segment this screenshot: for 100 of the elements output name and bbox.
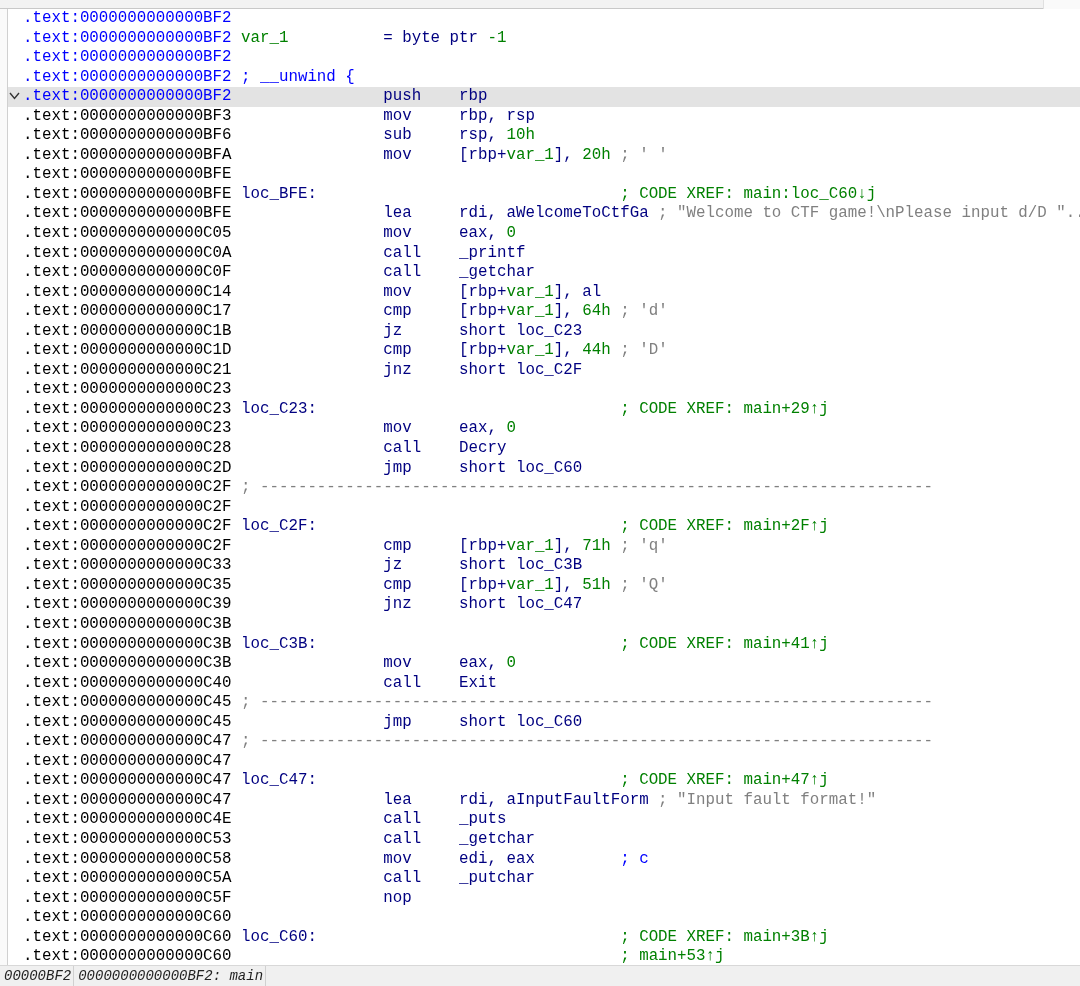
mnemonic: call: [383, 869, 423, 889]
address: .text:0000000000000C35: [23, 575, 233, 596]
code-line[interactable]: .text:0000000000000C3B loc_C3B: ; CODE XREF: main+41↑j: [8, 634, 1080, 655]
code-line[interactable]: .text:0000000000000C47: [8, 751, 1080, 772]
code-label: loc_C60:: [241, 927, 318, 948]
comment: ; "Input fault format!": [658, 790, 877, 811]
operands: [rbp+var_1], al: [459, 282, 603, 303]
address: .text:0000000000000C0F: [23, 263, 233, 283]
code-line[interactable]: .text:0000000000000C3B: [8, 614, 1080, 635]
operands: Exit: [459, 673, 498, 694]
code-line[interactable]: .text:0000000000000C28 call Decry: [8, 439, 1080, 459]
separator-comment: ; -----------------------------------------------------------------------: [241, 732, 934, 752]
code-line[interactable]: .text:0000000000000C2F cmp [rbp+var_1], 71h ; 'q': [8, 536, 1080, 557]
code-line[interactable]: .text:0000000000000C1D cmp [rbp+var_1], 44h ; 'D': [8, 341, 1080, 361]
code-line[interactable]: .text:0000000000000C4E call _puts: [8, 810, 1080, 830]
comment: ; c: [620, 849, 649, 870]
address: .text:0000000000000BFE: [23, 165, 233, 185]
address: .text:0000000000000C21: [23, 360, 233, 381]
code-line[interactable]: .text:0000000000000BFA mov [rbp+var_1], 20h ; ' ': [8, 145, 1080, 166]
code-line[interactable]: .text:0000000000000C47 loc_C47: ; CODE XREF: main+47↑j: [8, 771, 1080, 791]
code-line[interactable]: .text:0000000000000C23 loc_C23: ; CODE XREF: main+29↑j: [8, 399, 1080, 420]
code-line[interactable]: .text:0000000000000C53 call _getchar: [8, 829, 1080, 850]
code-line[interactable]: .text:0000000000000BFE lea rdi, aWelcomeToCtfGa ; "Welcome to CTF game!\nPlease input d/D "..: [8, 204, 1080, 224]
mnemonic: sub: [383, 126, 413, 146]
code-line[interactable]: .text:0000000000000C2F loc_C2F: ; CODE XREF: main+2F↑j: [8, 517, 1080, 537]
mnemonic: jmp: [383, 458, 413, 479]
mnemonic: mov: [383, 419, 413, 440]
comment: ; main+53↑j: [620, 947, 725, 965]
code-line[interactable]: .text:0000000000000C47 lea rdi, aInputFaultForm ; "Input fault format!": [8, 790, 1080, 811]
comment: ; 'D': [620, 341, 668, 361]
address: .text:0000000000000C47: [23, 790, 233, 811]
code-line[interactable]: .text:0000000000000C3B mov eax, 0: [8, 654, 1080, 674]
code-line[interactable]: .text:0000000000000C35 cmp [rbp+var_1], 51h ; 'Q': [8, 575, 1080, 596]
code-line[interactable]: .text:0000000000000BFE loc_BFE: ; CODE XREF: main:loc_C60↓j: [8, 184, 1080, 205]
address: .text:0000000000000BF6: [23, 126, 233, 146]
code-line[interactable]: .text:0000000000000C60 ; main+53↑j: [8, 947, 1080, 965]
code-line[interactable]: .text:0000000000000C2D jmp short loc_C60: [8, 458, 1080, 479]
mnemonic: mov: [383, 145, 413, 166]
code-line[interactable]: .text:0000000000000BF2: [8, 9, 1080, 29]
code-line[interactable]: .text:0000000000000C60: [8, 908, 1080, 928]
code-line[interactable]: .text:0000000000000C2F ; -----------------------------------------------------------------------: [8, 478, 1080, 498]
code-line[interactable]: .text:0000000000000C5A call _putchar: [8, 869, 1080, 889]
address: .text:0000000000000C4E: [23, 810, 233, 830]
code-line[interactable]: .text:0000000000000C0A call _printf: [8, 243, 1080, 264]
address: .text:0000000000000BFE: [23, 184, 233, 205]
code-line[interactable]: .text:0000000000000C0F call _getchar: [8, 263, 1080, 283]
operands: eax, 0: [459, 654, 517, 674]
comment: ; 'Q': [620, 575, 668, 596]
code-line[interactable]: .text:0000000000000C2F: [8, 497, 1080, 518]
operands: _putchar: [459, 869, 536, 889]
mnemonic: mov: [383, 106, 413, 127]
code-line[interactable]: .text:0000000000000BFE: [8, 165, 1080, 185]
address: .text:0000000000000C17: [23, 302, 233, 322]
code-line[interactable]: .text:0000000000000C40 call Exit: [8, 673, 1080, 694]
code-line[interactable]: .text:0000000000000C47 ; -----------------------------------------------------------------------: [8, 732, 1080, 752]
address: .text:0000000000000C1D: [23, 341, 233, 361]
address: .text:0000000000000C2D: [23, 458, 233, 479]
operands: [rbp+var_1], 71h: [459, 536, 611, 557]
operands: rdi, aInputFaultForm: [459, 790, 649, 811]
mnemonic: jz: [383, 321, 404, 342]
code-line[interactable]: .text:0000000000000C45 jmp short loc_C60: [8, 712, 1080, 733]
code-line[interactable]: .text:0000000000000C5F nop: [8, 888, 1080, 909]
address: .text:0000000000000C2F: [23, 536, 233, 557]
code-line[interactable]: .text:0000000000000C23: [8, 380, 1080, 400]
code-line[interactable]: .text:0000000000000C58 mov edi, eax ; c: [8, 849, 1080, 870]
code-line[interactable]: .text:0000000000000C33 jz short loc_C3B: [8, 556, 1080, 576]
code-line[interactable]: .text:0000000000000C14 mov [rbp+var_1], al: [8, 282, 1080, 303]
comment: ; CODE XREF: main+41↑j: [620, 634, 829, 655]
status-location: 0000000000000BF2: main: [74, 966, 267, 986]
operands: short loc_C60: [459, 458, 584, 479]
code-line[interactable]: .text:0000000000000C45 ; -----------------------------------------------------------------------: [8, 693, 1080, 713]
address: .text:0000000000000C23: [23, 419, 233, 440]
code-line[interactable]: .text:0000000000000BF2 ; __unwind {: [8, 67, 1080, 88]
comment: ; CODE XREF: main+2F↑j: [620, 517, 829, 537]
code-line[interactable]: .text:0000000000000C21 jnz short loc_C2F: [8, 360, 1080, 381]
code-line[interactable]: .text:0000000000000C23 mov eax, 0: [8, 419, 1080, 440]
code-line[interactable]: .text:0000000000000BF6 sub rsp, 10h: [8, 126, 1080, 146]
code-line[interactable]: .text:0000000000000BF2: [8, 48, 1080, 68]
address: .text:0000000000000C2F: [23, 478, 233, 498]
address: .text:0000000000000C3B: [23, 654, 233, 674]
code-label: loc_BFE:: [241, 184, 318, 205]
code-line[interactable]: .text:0000000000000BF3 mov rbp, rsp: [8, 106, 1080, 127]
code-line[interactable]: .text:0000000000000BF2 var_1 = byte ptr -1: [8, 28, 1080, 49]
code-line[interactable]: .text:0000000000000C1B jz short loc_C23: [8, 321, 1080, 342]
comment: ; "Welcome to CTF game!\nPlease input d/D "..: [658, 204, 1080, 224]
operands: _printf: [459, 243, 527, 264]
operands: rbp, rsp: [459, 106, 536, 127]
operands: short loc_C23: [459, 321, 584, 342]
operands: eax, 0: [459, 419, 517, 440]
mnemonic: cmp: [383, 536, 413, 557]
code-line[interactable]: .text:0000000000000C60 loc_C60: ; CODE XREF: main+3B↑j: [8, 927, 1080, 948]
code-line[interactable]: .text:0000000000000C17 cmp [rbp+var_1], 64h ; 'd': [8, 302, 1080, 322]
address: .text:0000000000000C39: [23, 595, 233, 615]
code-line[interactable]: .text:0000000000000C05 mov eax, 0: [8, 224, 1080, 244]
collapse-chevron-icon[interactable]: [9, 92, 20, 101]
operands: rdi, aWelcomeToCtfGa: [459, 204, 649, 224]
address: .text:0000000000000C45: [23, 712, 233, 733]
address: .text:0000000000000BFE: [23, 204, 233, 224]
code-line[interactable]: .text:0000000000000C39 jnz short loc_C47: [8, 595, 1080, 615]
mnemonic: jnz: [383, 360, 413, 381]
